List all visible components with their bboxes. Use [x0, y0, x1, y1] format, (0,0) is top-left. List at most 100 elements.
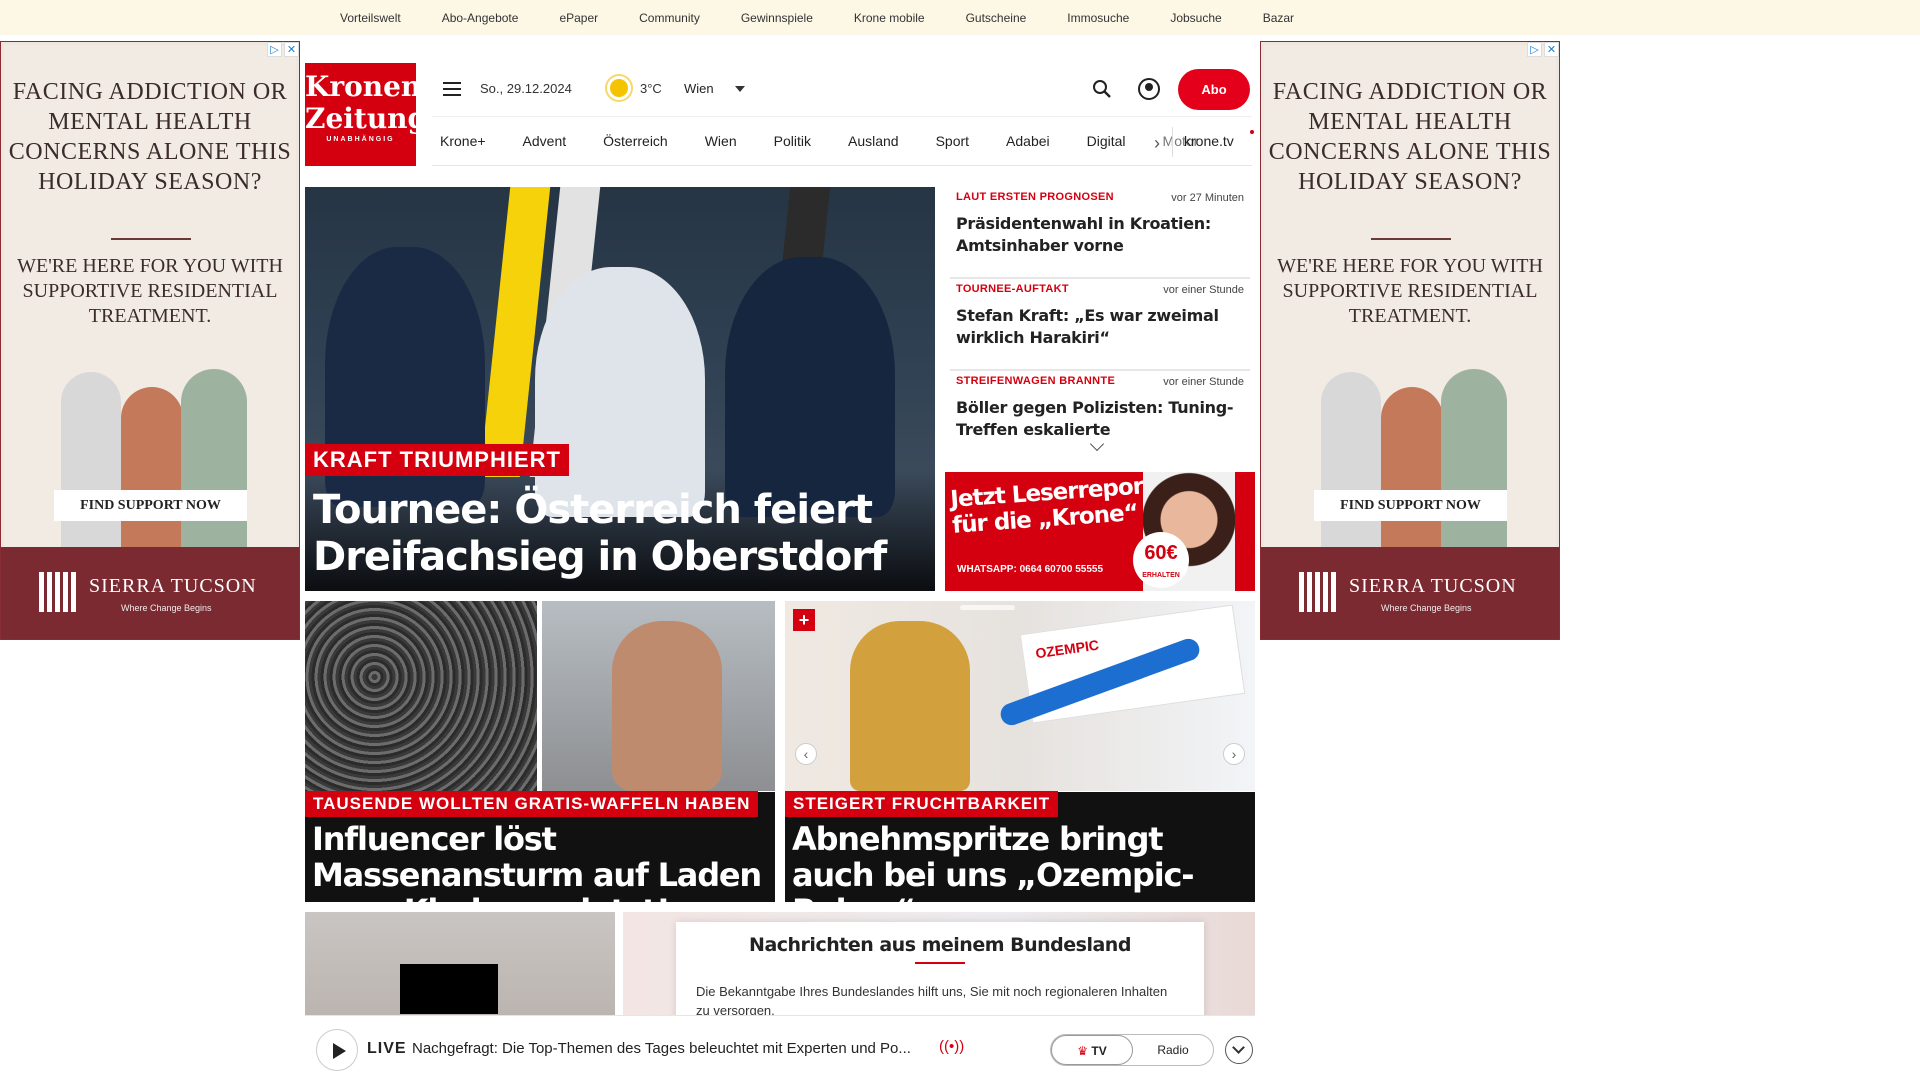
- nav-sport[interactable]: Sport: [936, 133, 969, 149]
- carousel-next-icon[interactable]: ›: [1223, 743, 1245, 765]
- main-navigation: Krone+ Advent Österreich Wien Politik Au…: [432, 116, 1254, 166]
- topnav-krone-mobile[interactable]: Krone mobile: [854, 11, 925, 25]
- news-time: vor 27 Minuten: [1171, 192, 1244, 204]
- ad-divider: [1371, 238, 1451, 240]
- news-item[interactable]: TOURNEE-AUFTAKT vor einer Stunde Stefan …: [950, 279, 1250, 371]
- nav-ausland[interactable]: Ausland: [848, 133, 899, 149]
- news-time: vor einer Stunde: [1163, 284, 1244, 296]
- chevron-right-icon[interactable]: ›: [1154, 133, 1160, 154]
- influencer-image: [542, 601, 775, 791]
- play-icon[interactable]: [316, 1029, 358, 1071]
- carousel-prev-icon[interactable]: ‹: [795, 743, 817, 765]
- ad-choices[interactable]: ▷ ✕: [1527, 42, 1559, 57]
- close-icon[interactable]: ✕: [284, 42, 299, 57]
- topnav-bazar[interactable]: Bazar: [1263, 11, 1294, 25]
- tv-label: TV: [1091, 1044, 1107, 1058]
- chevron-down-icon[interactable]: [735, 86, 745, 92]
- search-icon[interactable]: [1092, 79, 1112, 99]
- topnav-immosuche[interactable]: Immosuche: [1067, 11, 1129, 25]
- ad-tagline: Where Change Begins: [121, 603, 212, 613]
- promo-whatsapp: WHATSAPP: 0664 60700 55555: [957, 564, 1104, 575]
- card-kicker: TAUSENDE WOLLTEN GRATIS-WAFFELN HABEN: [305, 791, 759, 817]
- live-player-bar: LIVE Nachgefragt: Die Top-Themen des Tag…: [305, 1015, 1255, 1080]
- box-label: OZEMPIC: [1034, 636, 1100, 662]
- ad-divider: [111, 238, 191, 240]
- adchoices-icon[interactable]: ▷: [1527, 42, 1542, 57]
- user-account-icon[interactable]: [1138, 78, 1160, 100]
- find-support-button[interactable]: FIND SUPPORT NOW: [54, 490, 247, 521]
- ad-footer: SIERRA TUCSON Where Change Begins: [1, 547, 299, 639]
- tv-toggle[interactable]: ♛ TV: [1051, 1035, 1133, 1065]
- sun-weather-icon: [610, 79, 628, 97]
- leserreporter-promo[interactable]: Jetzt Leserreporter für die „Krone“ werd…: [945, 472, 1255, 591]
- live-dot-icon: [1250, 130, 1254, 134]
- radio-toggle[interactable]: Radio: [1133, 1035, 1213, 1065]
- dialog-title: Nachrichten aus meinem Bundesland: [749, 934, 1131, 956]
- logo-subtitle: UNABHÄNGIG: [326, 136, 395, 143]
- nav-krone-tv[interactable]: krone.tv: [1184, 133, 1234, 149]
- player-title[interactable]: Nachgefragt: Die Top-Themen des Tages be…: [412, 1040, 911, 1057]
- nav-advent[interactable]: Advent: [523, 133, 567, 149]
- topnav-abo-angebote[interactable]: Abo-Angebote: [442, 11, 519, 25]
- topnav-gutscheine[interactable]: Gutscheine: [966, 11, 1027, 25]
- nav-wien[interactable]: Wien: [705, 133, 737, 149]
- menu-icon[interactable]: [443, 82, 461, 96]
- top-utility-bar: Vorteilswelt Abo-Angebote ePaper Communi…: [0, 0, 1920, 35]
- nav-divider: [1172, 127, 1173, 157]
- logo-line-1: Kronen: [305, 70, 422, 103]
- news-headline[interactable]: Böller gegen Polizisten: Tuning-Treffen …: [956, 397, 1244, 441]
- adchoices-icon[interactable]: ▷: [267, 42, 282, 57]
- promo-badge-sub: ERHALTEN: [1142, 572, 1180, 579]
- ad-footer: SIERRA TUCSON Where Change Begins: [1261, 547, 1559, 639]
- topnav-gewinnspiele[interactable]: Gewinnspiele: [741, 11, 813, 25]
- broadcast-icon: ((•)): [939, 1038, 965, 1055]
- logo-line-2: Zeitung: [305, 102, 428, 135]
- live-label: LIVE: [367, 1040, 407, 1057]
- ad-subheadline: WE'RE HERE FOR YOU WITH SUPPORTIVE RESID…: [1277, 255, 1543, 327]
- find-support-button[interactable]: FIND SUPPORT NOW: [1314, 490, 1507, 521]
- city-selector[interactable]: Wien: [684, 81, 714, 96]
- athlete-figure: [725, 257, 895, 517]
- latest-news-list: LAUT ERSTEN PROGNOSEN vor 27 Minuten Prä…: [950, 187, 1250, 457]
- card-headline[interactable]: Abnehmspritze bringt auch bei uns „Ozemp…: [792, 821, 1249, 902]
- carousel-indicator: [960, 605, 1015, 610]
- right-ad-banner[interactable]: ▷ ✕ FACING ADDICTION OR MENTAL HEALTH CO…: [1260, 41, 1560, 640]
- news-headline[interactable]: Stefan Kraft: „Es war zweimal wirklich H…: [956, 305, 1244, 349]
- athlete-figure: [535, 267, 705, 517]
- card-headline[interactable]: Influencer löst Massenansturm auf Laden …: [312, 821, 769, 902]
- left-ad-banner[interactable]: ▷ ✕ FACING ADDICTION OR MENTAL HEALTH CO…: [0, 41, 300, 640]
- close-icon[interactable]: ✕: [1544, 42, 1559, 57]
- nav-krone-plus[interactable]: Krone+: [440, 133, 486, 149]
- topnav-jobsuche[interactable]: Jobsuche: [1170, 11, 1221, 25]
- dialog-underline: [915, 962, 965, 964]
- ad-tagline: Where Change Begins: [1381, 603, 1472, 613]
- krone-plus-icon: +: [793, 609, 815, 631]
- news-item[interactable]: LAUT ERSTEN PROGNOSEN vor 27 Minuten Prä…: [950, 187, 1250, 279]
- hero-headline[interactable]: Tournee: Österreich feiert Dreifachsieg …: [313, 487, 927, 581]
- kronen-zeitung-logo[interactable]: Kronen Zeitung UNABHÄNGIG: [305, 63, 428, 166]
- card-kicker: STEIGERT FRUCHTBARKEIT: [785, 791, 1059, 817]
- ad-headline: FACING ADDICTION OR MENTAL HEALTH CONCER…: [1268, 79, 1552, 195]
- current-date: So., 29.12.2024: [480, 81, 572, 96]
- topnav-vorteilswelt[interactable]: Vorteilswelt: [340, 11, 401, 25]
- nav-oesterreich[interactable]: Österreich: [603, 133, 668, 149]
- news-headline[interactable]: Präsidentenwahl in Kroatien: Amtsinhaber…: [956, 213, 1244, 257]
- hero-article[interactable]: KRAFT TRIUMPHIERT Tournee: Österreich fe…: [305, 187, 935, 591]
- ad-headline: FACING ADDICTION OR MENTAL HEALTH CONCER…: [8, 79, 292, 195]
- article-card[interactable]: TAUSENDE WOLLTEN GRATIS-WAFFELN HABEN In…: [305, 601, 775, 902]
- censor-bar: [400, 964, 498, 1014]
- expand-player-icon[interactable]: [1225, 1036, 1253, 1064]
- nav-digital[interactable]: Digital: [1087, 133, 1126, 149]
- news-time: vor einer Stunde: [1163, 376, 1244, 388]
- nav-adabei[interactable]: Adabei: [1006, 133, 1050, 149]
- abo-button[interactable]: Abo: [1178, 69, 1250, 110]
- article-card[interactable]: OZEMPIC + ‹ › STEIGERT FRUCHTBARKEIT Abn…: [785, 601, 1255, 902]
- topnav-epaper[interactable]: ePaper: [559, 11, 598, 25]
- ad-choices[interactable]: ▷ ✕: [267, 42, 299, 57]
- sierra-tucson-logo-icon: [39, 572, 79, 612]
- topnav-community[interactable]: Community: [639, 11, 700, 25]
- media-toggle[interactable]: ♛ TV Radio: [1050, 1034, 1214, 1066]
- hero-kicker: KRAFT TRIUMPHIERT: [305, 444, 569, 476]
- nav-politik[interactable]: Politik: [774, 133, 811, 149]
- ad-subheadline: WE'RE HERE FOR YOU WITH SUPPORTIVE RESID…: [17, 255, 283, 327]
